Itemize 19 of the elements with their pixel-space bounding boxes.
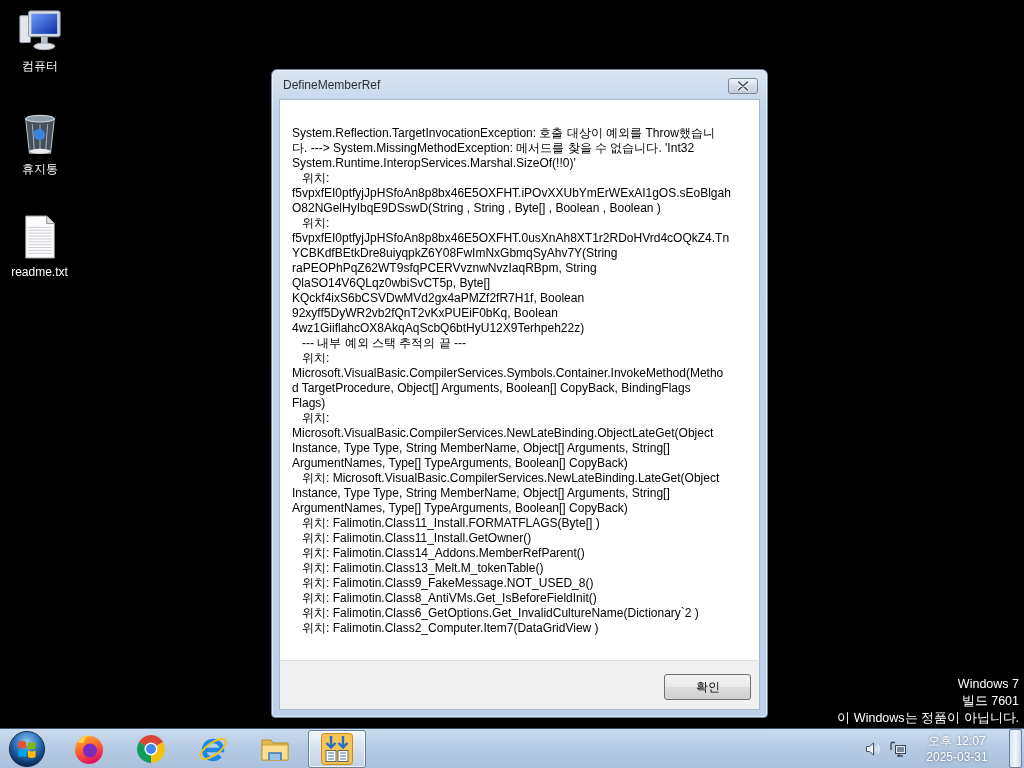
firefox-icon bbox=[73, 732, 105, 765]
download-arrows-icon bbox=[320, 731, 354, 766]
notice-text: Windows 7 bbox=[957, 676, 1019, 693]
start-orb-icon bbox=[8, 729, 46, 768]
speaker-icon[interactable] bbox=[865, 740, 881, 757]
error-message: System.Reflection.TargetInvocationException: 호출 대상이 예외를 Throw했습니 다. ---> System.MissingMethodException: 메서드를 찾을 수 없습니다. 'Int32 System.Runtime.InteropServices.Marshal.SizeOf(!!0)' 위치: f5vpxfEI0ptfyjJpHSfoAn8p8bx46E5OXFHT.iPOvXXUbYmErWExAI1gOS.sEoBlgah O82NGelHyIbqE9DSswD(String , String , Byte[] , Boolean , Boolean ) 위치: f5vpxfEI0ptfyjJpHSfoAn8p8bx46E5OXFHT.0usXnAh8XT1r2RDoHVrd4cOQkZ4.Tn YCBKdfBEtkDre8uiyqpkZ6Y08FwImNxGbmqSyAhv7Y(String raPEOPhPqZ62WT9sfqPCERVvznwNvzIaqRBpm, String QlaSO14V6QLqz0wbiSvCT5p, Byte[] KQckf4ixS6bCSVDwMVd2gx4aPMZf2fR7H1f, Boolean 92xyff5DyWR2vb2fQnT2vKxPUEiF0bKq, Boolean 4wz1GiiflahcOX8AkqAqScbQ6btHyU12X9Terhpeh22z) --- 내부 예외 스택 추적의 끝 --- 위치: Microsoft.VisualBasic.CompilerServices.Symbols.Container.InvokeMethod(Metho d TargetProcedure, Object[] Arguments, Boolean[] CopyBack, BindingFlags Flags) 위치: Microsoft.VisualBasic.CompilerServices.NewLateBinding.ObjectLateGet(Object Instance, Type Type, String MemberName, Object[] Arguments, String[] ArgumentNames, Type[] TypeArguments, Boolean[] CopyBack) 위치: Microsoft.VisualBasic.CompilerServices.NewLateBinding.LateGet(Object Instance, Type Type, String MemberName, Object[] Arguments, String[] ArgumentNames, Type[] TypeArguments, Boolean[] CopyBack) 위치: Falimotin.Class11_Install.FORMATFLAGS(Byte[] ) 위치: Falimotin.Class11_Install.GetOwner() 위치: Falimotin.Class14_Addons.MemberRefParent() 위치: Falimotin.Class13_Melt.M_tokenTable() 위치: Falimotin.Class9_FakeMessage.NOT_USED_8() 위치: Falimotin.Class8_AntiVMs.Get_IsBeforeFieldInit() 위치: Falimotin.Class6_GetOptions.Get_InvalidCultureName(Dictionary`2 ) 위치: Falimotin.Class2_Computer.Item7(DataGridView ) bbox=[292, 126, 732, 636]
icon-label[interactable]: readme.txt bbox=[11, 265, 68, 280]
network-icon[interactable] bbox=[890, 740, 906, 757]
show-desktop-button[interactable] bbox=[1009, 729, 1022, 768]
icon-label[interactable]: 컴퓨터 bbox=[21, 59, 58, 74]
chrome-icon bbox=[135, 732, 167, 765]
ok-button[interactable]: 확인 bbox=[664, 674, 751, 700]
dialog-title: DefineMemberRef bbox=[283, 77, 381, 92]
close-icon bbox=[737, 80, 749, 91]
taskbar-button[interactable] bbox=[308, 729, 366, 768]
icon-label[interactable]: 휴지통 bbox=[21, 162, 58, 177]
notice-text: 빌드 7601 bbox=[961, 693, 1019, 710]
close-button[interactable] bbox=[728, 77, 758, 94]
notice-text: 이 Windows는 정품이 아닙니다. bbox=[837, 710, 1019, 727]
